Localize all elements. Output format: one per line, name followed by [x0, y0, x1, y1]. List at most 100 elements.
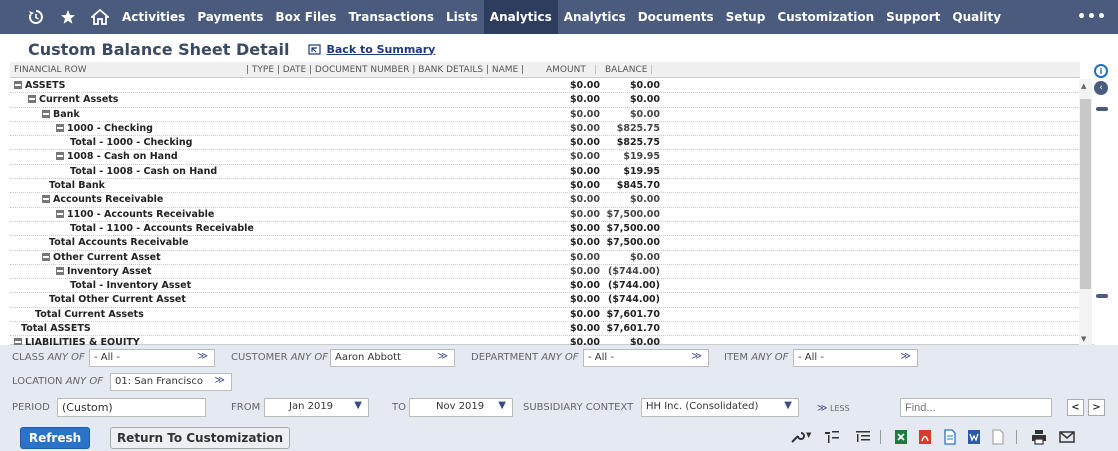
- item-filter-select[interactable]: - All - ≫: [793, 349, 918, 367]
- scrollbar-thumb[interactable]: [1080, 99, 1091, 289]
- to-period-select[interactable]: Nov 2019 ▼: [409, 398, 513, 417]
- collapse-toggle-icon[interactable]: [56, 152, 64, 161]
- report-row[interactable]: 1000 - Checking $0.00 $825.75: [10, 122, 1078, 137]
- nav-activities[interactable]: Activities: [116, 0, 191, 34]
- nav-analytics-2[interactable]: Analytics: [558, 0, 632, 34]
- favorites-star-icon[interactable]: [52, 0, 84, 34]
- panel-handle-icon[interactable]: [1096, 107, 1108, 111]
- scroll-up-arrow-icon[interactable]: ▲: [1081, 82, 1086, 90]
- less-toggle[interactable]: ≫ LESS: [817, 403, 850, 414]
- print-icon[interactable]: [1030, 428, 1048, 446]
- report-scrollbar[interactable]: ▲ ▼: [1079, 79, 1092, 345]
- nav-analytics-active[interactable]: Analytics: [483, 0, 558, 34]
- nav-transactions[interactable]: Transactions: [342, 0, 440, 34]
- report-row[interactable]: Inventory Asset $0.00 ($744.00): [10, 265, 1078, 280]
- row-amount: $0.00: [569, 294, 600, 306]
- collapse-toggle-icon[interactable]: [42, 109, 50, 118]
- row-amount: $0.00: [569, 308, 600, 320]
- report-row[interactable]: Total Current Assets $0.00 $7,601.70: [10, 308, 1078, 323]
- nav-quality[interactable]: Quality: [946, 0, 1007, 34]
- nav-box-files[interactable]: Box Files: [269, 0, 342, 34]
- row-amount: $0.00: [569, 222, 600, 234]
- row-amount: $0.00: [569, 323, 600, 335]
- find-next-button[interactable]: >: [1088, 399, 1105, 416]
- row-balance: $7,601.70: [606, 323, 661, 335]
- chevron-down-icon: ≫: [197, 351, 208, 362]
- chevron-down-icon: ≫: [900, 351, 911, 362]
- report-row[interactable]: Total Other Current Asset $0.00 ($744.00): [10, 293, 1078, 308]
- export-document-icon[interactable]: [989, 428, 1007, 446]
- col-balance[interactable]: BALANCE: [605, 65, 647, 75]
- row-label-text: Total - 1100 - Accounts Receivable: [70, 222, 254, 234]
- return-to-customization-button[interactable]: Return To Customization: [110, 427, 290, 449]
- report-row[interactable]: Current Assets $0.00 $0.00: [10, 93, 1078, 108]
- find-input[interactable]: [900, 398, 1052, 417]
- export-word-icon[interactable]: [965, 428, 983, 446]
- col-amount[interactable]: AMOUNT: [546, 65, 586, 75]
- report-row[interactable]: Total - 1000 - Checking $0.00 $825.75: [10, 136, 1078, 151]
- col-financial-row[interactable]: FINANCIAL ROW: [14, 65, 87, 75]
- row-label-text: Accounts Receivable: [53, 194, 164, 206]
- department-filter-select[interactable]: - All - ≫: [583, 349, 709, 367]
- home-icon[interactable]: [84, 0, 116, 34]
- nav-lists[interactable]: Lists: [440, 0, 484, 34]
- report-row[interactable]: ASSETS $0.00 $0.00: [10, 79, 1078, 94]
- row-balance: ($744.00): [608, 294, 660, 306]
- nav-support[interactable]: Support: [880, 0, 946, 34]
- export-csv-icon[interactable]: [941, 428, 959, 446]
- report-row[interactable]: Accounts Receivable $0.00 $0.00: [10, 193, 1078, 208]
- caret-down-icon[interactable]: ▼: [806, 431, 811, 439]
- location-filter-select[interactable]: 01: San Francisco ≫: [110, 373, 232, 391]
- class-filter-select[interactable]: - All - ≫: [89, 349, 215, 367]
- report-row[interactable]: Total - 1100 - Accounts Receivable $0.00 $…: [10, 222, 1078, 237]
- report-row[interactable]: Total Bank $0.00 $845.70: [10, 179, 1078, 194]
- info-icon[interactable]: i: [1094, 64, 1108, 78]
- period-input[interactable]: (Custom): [57, 398, 206, 417]
- export-pdf-icon[interactable]: [916, 428, 934, 446]
- report-row[interactable]: Total ASSETS $0.00 $7,601.70: [10, 322, 1078, 337]
- report-row[interactable]: Total - Inventory Asset $0.00 ($744.00): [10, 279, 1078, 294]
- row-label-text: Bank: [53, 108, 80, 120]
- report-row[interactable]: Other Current Asset $0.00 $0.00: [10, 251, 1078, 265]
- row-label-text: Total Current Assets: [35, 308, 144, 320]
- collapse-toggle-icon[interactable]: [56, 123, 64, 132]
- export-excel-icon[interactable]: [892, 428, 910, 446]
- collapse-toggle-icon[interactable]: [28, 95, 36, 104]
- collapse-toggle-icon[interactable]: [14, 81, 22, 89]
- nav-more-menu[interactable]: •••: [1066, 0, 1118, 34]
- nav-customization[interactable]: Customization: [771, 0, 880, 34]
- report-row[interactable]: 1100 - Accounts Receivable $0.00 $7,500.00: [10, 208, 1078, 222]
- back-to-summary-link[interactable]: Back to Summary: [307, 43, 435, 56]
- collapse-toggle-icon[interactable]: [56, 209, 64, 218]
- scroll-down-arrow-icon[interactable]: ▼: [1081, 335, 1086, 343]
- collapse-toggle-icon[interactable]: [14, 338, 22, 345]
- row-balance: $0.00: [629, 108, 660, 120]
- col-type-group[interactable]: | TYPE | DATE | DOCUMENT NUMBER | BANK D…: [246, 65, 524, 75]
- email-icon[interactable]: [1058, 428, 1076, 446]
- wrench-icon[interactable]: [788, 428, 806, 446]
- find-previous-button[interactable]: <: [1067, 399, 1084, 416]
- expand-rows-icon[interactable]: [854, 428, 872, 446]
- collapse-toggle-icon[interactable]: [56, 266, 64, 275]
- report-row[interactable]: LIABILITIES & EQUITY $0.00 $0.00: [10, 336, 1078, 345]
- report-table: FINANCIAL ROW | TYPE | DATE | DOCUMENT N…: [10, 62, 1094, 345]
- nav-documents[interactable]: Documents: [632, 0, 720, 34]
- from-period-select[interactable]: Jan 2019 ▼: [264, 398, 369, 417]
- report-row[interactable]: Total - 1008 - Cash on Hand $0.00 $19.95: [10, 165, 1078, 180]
- nav-setup[interactable]: Setup: [720, 0, 772, 34]
- toolbar-divider: [1016, 430, 1017, 444]
- nav-payments[interactable]: Payments: [191, 0, 269, 34]
- collapse-toggle-icon[interactable]: [42, 195, 50, 204]
- report-row[interactable]: 1008 - Cash on Hand $0.00 $19.95: [10, 150, 1078, 165]
- report-row[interactable]: Bank $0.00 $0.00: [10, 108, 1078, 122]
- collapse-rows-icon[interactable]: [823, 428, 841, 446]
- col-divider: |: [650, 65, 654, 75]
- collapse-panel-icon[interactable]: ‹: [1094, 81, 1108, 95]
- collapse-toggle-icon[interactable]: [42, 252, 50, 261]
- panel-handle-icon[interactable]: [1096, 294, 1108, 298]
- subsidiary-context-select[interactable]: HH Inc. (Consolidated) ▼: [641, 398, 799, 417]
- refresh-button[interactable]: Refresh: [20, 427, 90, 449]
- report-row[interactable]: Total Accounts Receivable $0.00 $7,500.00: [10, 236, 1078, 251]
- customer-filter-select[interactable]: Aaron Abbott ≫: [330, 349, 455, 367]
- recent-records-icon[interactable]: [20, 0, 52, 34]
